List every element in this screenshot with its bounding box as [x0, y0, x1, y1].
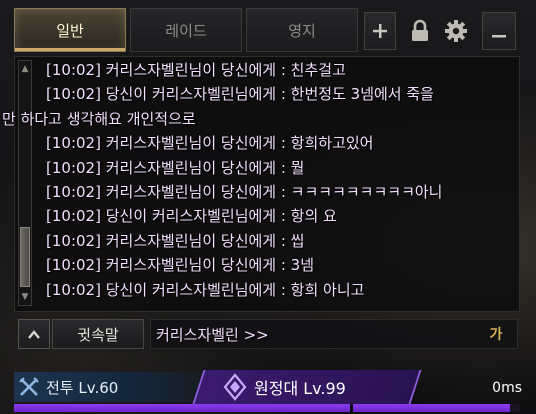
level-status-bar: 전투 Lv.60 원정대 Lv.99 0ms	[0, 368, 536, 414]
chat-message: [10:02] 커리스자벨린님이 당신에게 : ㅋㅋㅋㅋㅋㅋㅋㅋㅋ아니	[46, 180, 512, 204]
message-text-continued: 만 하다고 생각해요 개인적으로	[2, 109, 196, 128]
experience-bar-divider	[350, 404, 353, 412]
chat-message: [10:02] 당신이 커리스자벨린님에게 : 항의 요	[46, 204, 512, 228]
message-text: 커리스자벨린님이 당신에게 : 친추걸고	[105, 61, 346, 79]
message-time: [10:02]	[46, 280, 101, 299]
scroll-up-icon[interactable]: ▲	[19, 62, 31, 76]
chat-message: [10:02] 커리스자벨린님이 당신에게 : 친추걸고	[46, 58, 512, 82]
chat-message: [10:02] 당신이 커리스자벨린님에게 : 한번정도 3넴에서 죽을만 하다…	[2, 82, 512, 131]
message-text: 커리스자벨린님이 당신에게 : 3넴	[105, 256, 315, 275]
chat-message: [10:02] 커리스자벨린님이 당신에게 : 3넴	[46, 253, 512, 277]
chat-input-row: 귓속말 커리스자벨린 >> 가	[14, 316, 520, 352]
message-text: 커리스자벨린님이 당신에게 : 항희하고있어	[105, 134, 374, 153]
ime-mode-indicator[interactable]: 가	[482, 323, 510, 345]
minimize-icon	[492, 35, 506, 38]
tab-stronghold-label: 영지	[288, 21, 316, 40]
chevron-up-icon	[28, 330, 40, 339]
plus-icon	[373, 24, 387, 38]
tab-general-label: 일반	[56, 21, 84, 40]
gear-icon	[445, 20, 467, 42]
message-time: [10:02]	[46, 158, 101, 177]
message-text: 커리스자벨린님이 당신에게 : 씹	[105, 231, 305, 250]
minimize-button[interactable]	[482, 12, 516, 50]
chat-message-list: [10:02] 커리스자벨린님이 당신에게 : 친추걸고 [10:02] 당신이…	[2, 58, 512, 302]
message-time: [10:02]	[46, 183, 101, 202]
chat-tab-bar: 일반 레이드 영지	[0, 0, 536, 56]
message-text: 당신이 커리스자벨린님에게 : 항희 아니고	[105, 280, 365, 299]
chat-message: [10:02] 당신이 커리스자벨린님에게 : 항희 아니고	[46, 278, 512, 302]
lock-button[interactable]	[404, 12, 436, 50]
message-time: [10:02]	[46, 256, 101, 275]
whisper-target: 커리스자벨린 >>	[156, 326, 269, 344]
tab-raid[interactable]: 레이드	[130, 8, 242, 52]
tab-general[interactable]: 일반	[14, 8, 126, 52]
experience-bar	[14, 404, 520, 412]
tab-stronghold[interactable]: 영지	[246, 8, 358, 52]
network-ping: 0ms	[492, 380, 522, 396]
scroll-down-icon[interactable]: ▼	[19, 290, 31, 304]
scrollbar-thumb[interactable]	[20, 227, 30, 287]
combat-level-label: 전투 Lv.60	[46, 378, 119, 397]
message-text: 커리스자벨린님이 당신에게 : 뭘	[105, 158, 305, 177]
tab-raid-label: 레이드	[165, 21, 207, 40]
chat-message: [10:02] 커리스자벨린님이 당신에게 : 뭘	[46, 156, 512, 180]
chat-channel-select[interactable]: 귓속말	[52, 319, 144, 349]
experience-bar-fill	[14, 404, 510, 412]
message-time: [10:02]	[46, 134, 101, 153]
chat-message: [10:02] 커리스자벨린님이 당신에게 : 씹	[46, 229, 512, 253]
message-text: 커리스자벨린님이 당신에게 : ㅋㅋㅋㅋㅋㅋㅋㅋㅋ아니	[105, 183, 443, 202]
message-time: [10:02]	[46, 207, 101, 226]
settings-button[interactable]	[440, 12, 472, 50]
chat-message: [10:02] 커리스자벨린님이 당신에게 : 항희하고있어	[46, 131, 512, 155]
crossed-swords-icon	[14, 372, 44, 402]
chat-channel-label: 귓속말	[77, 325, 119, 344]
message-text: 당신이 커리스자벨린님에게 : 한번정도 3넴에서 죽을	[105, 85, 434, 104]
chat-scrollbar[interactable]: ▲ ▼	[18, 60, 32, 306]
add-tab-button[interactable]	[364, 12, 396, 50]
message-text: 당신이 커리스자벨린님에게 : 항의 요	[105, 207, 337, 226]
expedition-level-tab[interactable]: 원정대 Lv.99	[222, 370, 412, 404]
message-time: [10:02]	[46, 231, 101, 250]
expand-chat-button[interactable]	[18, 319, 50, 349]
combat-level-tab[interactable]: 전투 Lv.60	[14, 372, 210, 402]
message-time: [10:02]	[46, 61, 101, 79]
message-time: [10:02]	[46, 85, 101, 104]
expedition-level-label: 원정대 Lv.99	[254, 379, 346, 398]
lock-icon	[412, 19, 428, 41]
expedition-emblem-icon	[223, 373, 247, 401]
